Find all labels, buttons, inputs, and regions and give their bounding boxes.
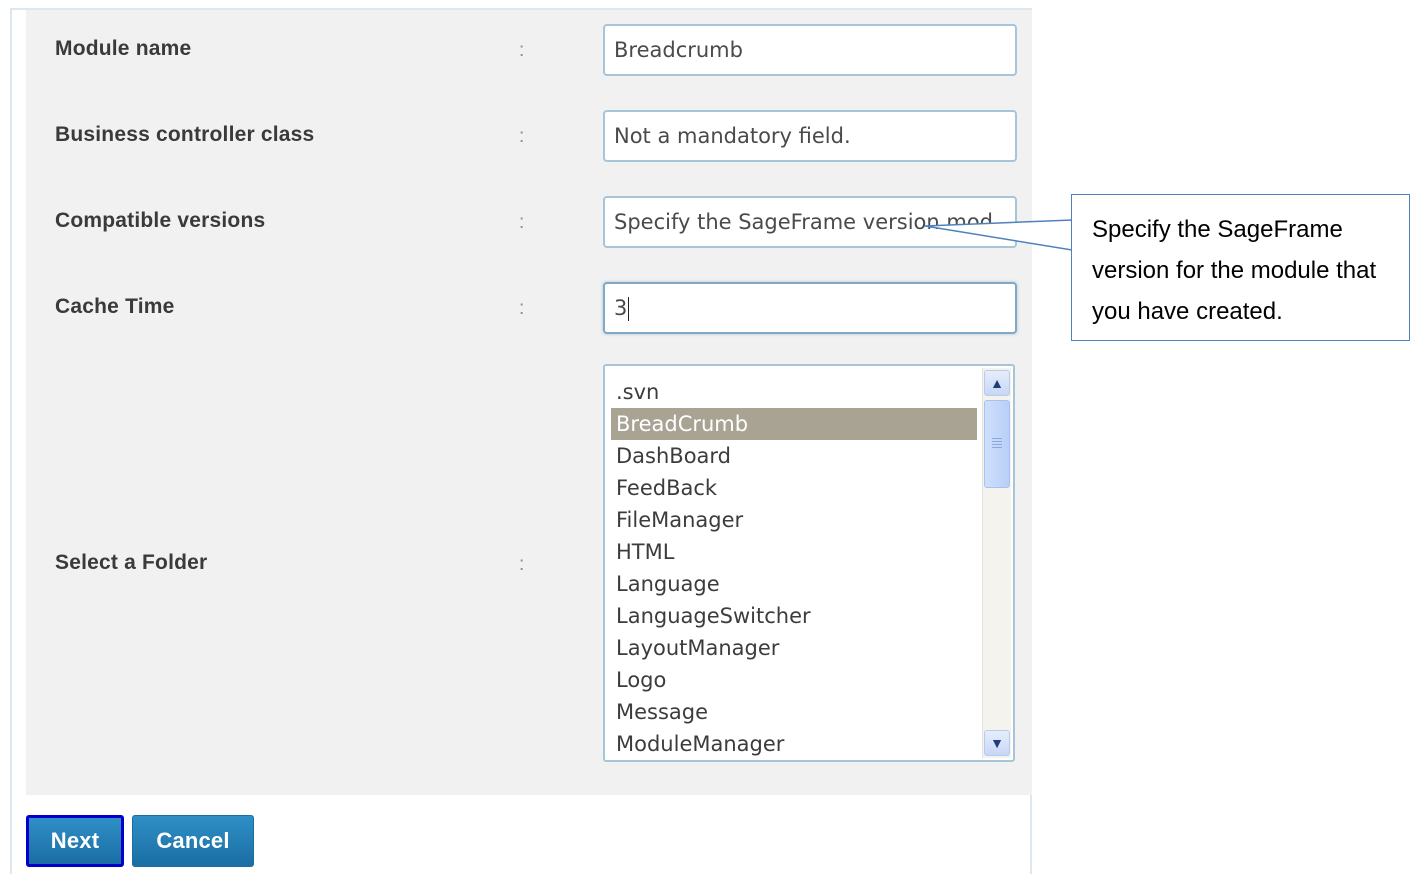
cancel-button[interactable]: Cancel [132, 815, 254, 867]
colon: : [519, 212, 525, 233]
scroll-up-button[interactable]: ▲ [984, 370, 1010, 396]
folder-list-item[interactable]: Message [611, 696, 977, 728]
colon: : [519, 554, 525, 575]
chevron-down-icon: ▼ [990, 735, 1004, 751]
select-folder-label: Select a Folder [55, 551, 208, 574]
scroll-down-button[interactable]: ▼ [984, 730, 1010, 756]
scroll-thumb[interactable] [984, 400, 1010, 488]
module-name-value: Breadcrumb [614, 38, 743, 62]
folder-list-item[interactable]: Logo [611, 664, 977, 696]
compatible-versions-value: Specify the SageFrame version mod [614, 210, 994, 234]
folder-list-item[interactable]: FeedBack [611, 472, 977, 504]
listbox-scrollbar[interactable]: ▲ ▼ [982, 368, 1011, 758]
colon: : [519, 126, 525, 147]
cache-time-input[interactable]: 3 [603, 282, 1017, 334]
folder-list-item[interactable]: HTML [611, 536, 977, 568]
folder-list-item[interactable]: BreadCrumb [611, 408, 977, 440]
callout-text: Specify the SageFrame version for the mo… [1092, 216, 1377, 325]
folder-list: .svn BreadCrumb DashBoard FeedBack FileManag… [611, 376, 977, 760]
compatible-versions-input[interactable]: Specify the SageFrame version mod [603, 196, 1017, 248]
module-name-label: Module name [55, 37, 192, 60]
cache-time-value: 3 [614, 296, 628, 320]
folder-list-item[interactable]: ModuleManager [611, 728, 977, 760]
chevron-up-icon: ▲ [990, 375, 1004, 391]
folder-list-item[interactable]: FileManager [611, 504, 977, 536]
business-controller-label: Business controller class [55, 123, 315, 146]
folder-list-item[interactable]: DashBoard [611, 440, 977, 472]
business-controller-value: Not a mandatory field. [614, 124, 851, 148]
module-name-input[interactable]: Breadcrumb [603, 24, 1017, 76]
folder-list-item[interactable]: LayoutManager [611, 632, 977, 664]
cache-time-label: Cache Time [55, 295, 175, 318]
callout-box: Specify the SageFrame version for the mo… [1071, 194, 1410, 341]
folder-list-item[interactable]: LanguageSwitcher [611, 600, 977, 632]
text-caret [628, 297, 630, 321]
colon: : [519, 298, 525, 319]
business-controller-input[interactable]: Not a mandatory field. [603, 110, 1017, 162]
compatible-versions-label: Compatible versions [55, 209, 266, 232]
colon: : [519, 40, 525, 61]
grip-icon [992, 438, 1002, 450]
folder-list-item[interactable]: .svn [611, 376, 977, 408]
folder-list-item[interactable]: Language [611, 568, 977, 600]
next-button[interactable]: Next [26, 815, 124, 867]
folder-listbox[interactable]: .svn BreadCrumb DashBoard FeedBack FileManag… [603, 364, 1015, 762]
